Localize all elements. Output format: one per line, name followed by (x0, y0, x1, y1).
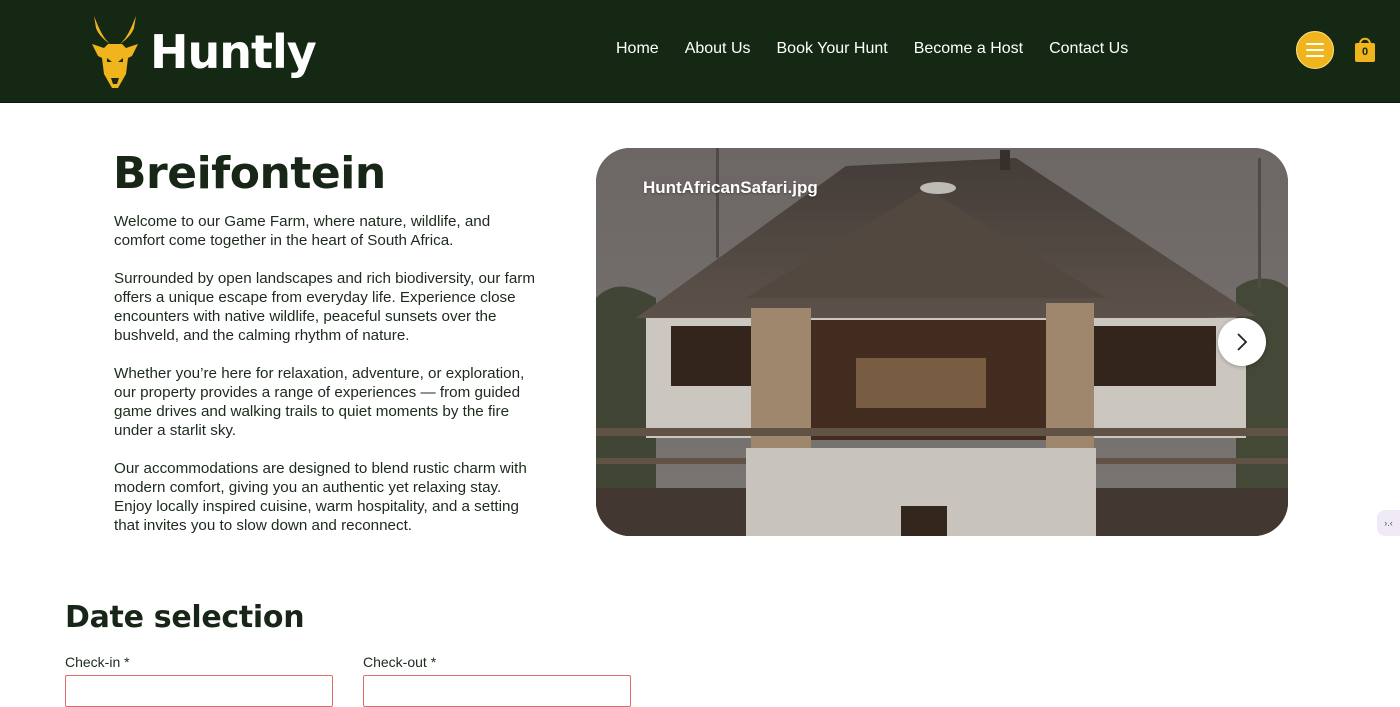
description-paragraph: Welcome to our Game Farm, where nature, … (114, 213, 491, 249)
nav-book-your-hunt[interactable]: Book Your Hunt (777, 40, 888, 58)
property-gallery[interactable]: HuntAfricanSafari.jpg (596, 148, 1288, 536)
nav-home[interactable]: Home (616, 40, 659, 58)
property-title: Breifontein (113, 148, 386, 199)
main-nav: Home About Us Book Your Hunt Become a Ho… (603, 40, 1141, 58)
description-paragraph: Whether you’re here for relaxation, adve… (114, 365, 525, 439)
menu-line-icon (1306, 49, 1324, 51)
nav-contact-us[interactable]: Contact Us (1049, 40, 1128, 58)
description-paragraph: Our accommodations are designed to blend… (114, 460, 527, 534)
checkin-label: Check-in * (65, 654, 130, 670)
chevron-right-icon (1237, 333, 1248, 351)
brand-name: Huntly (150, 25, 317, 79)
gallery-next-button[interactable] (1218, 318, 1266, 366)
antelope-logo-icon (92, 16, 138, 88)
site-header: Huntly Home About Us Book Your Hunt Beco… (0, 0, 1400, 103)
menu-line-icon (1306, 55, 1324, 57)
description-paragraph: Surrounded by open landscapes and rich b… (114, 270, 535, 344)
lodge-photo (596, 148, 1288, 536)
menu-line-icon (1306, 43, 1324, 45)
nav-become-a-host[interactable]: Become a Host (914, 40, 1023, 58)
side-widget-tab[interactable]: ›.‹ (1377, 510, 1400, 536)
nav-about-us[interactable]: About Us (685, 40, 751, 58)
date-selection-heading: Date selection (65, 600, 305, 635)
cart-button[interactable]: 0 (1353, 34, 1377, 64)
property-description: Welcome to our Game Farm, where nature, … (114, 212, 539, 554)
checkin-date-input[interactable] (65, 675, 333, 707)
hamburger-menu-button[interactable] (1296, 31, 1334, 69)
checkout-date-input[interactable] (363, 675, 631, 707)
image-title: HuntAfricanSafari.jpg (643, 178, 818, 197)
brand-logo[interactable]: Huntly (88, 14, 317, 90)
checkout-label: Check-out * (363, 654, 437, 670)
cart-count: 0 (1361, 46, 1369, 58)
